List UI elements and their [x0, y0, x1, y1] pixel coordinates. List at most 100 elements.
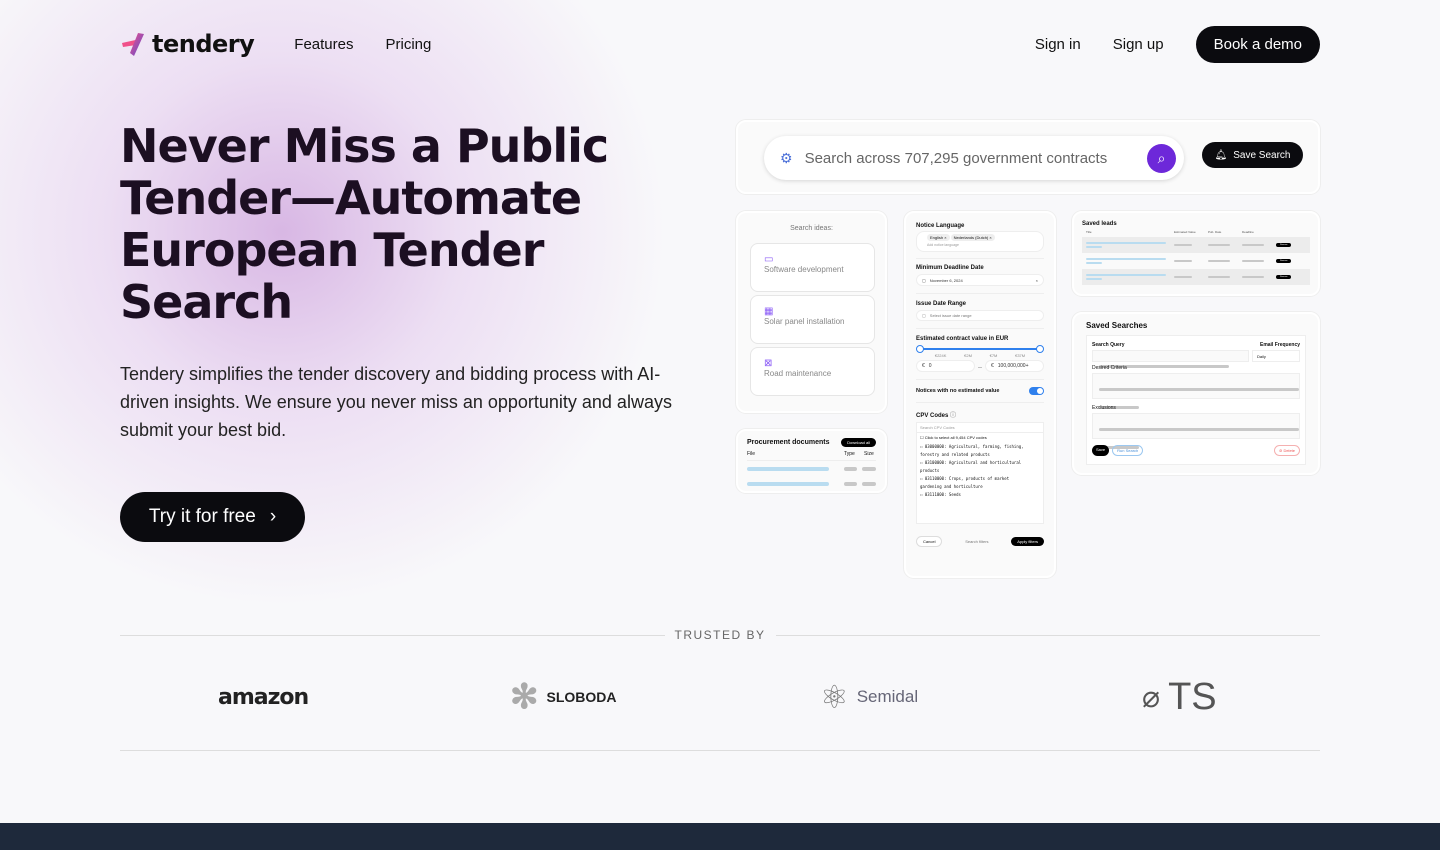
- tick: €37M: [1015, 353, 1026, 358]
- cpv-item[interactable]: ☐ 03100000: Agricultural and horticultur…: [920, 459, 1031, 475]
- save-search-button[interactable]: 🔔︎ Save Search: [1202, 142, 1303, 168]
- apply-filters-button[interactable]: Apply filters: [1011, 537, 1044, 546]
- criteria-textarea[interactable]: [1092, 373, 1300, 409]
- idea-label: Solar panel installation: [764, 317, 845, 326]
- logo-icon: [122, 33, 144, 56]
- search-filters-button[interactable]: Search filters: [965, 539, 988, 544]
- idea-solar[interactable]: ▦ Solar panel installation: [750, 295, 875, 344]
- tick: €7M: [989, 353, 998, 358]
- ts-logo: ⌀ TS: [1142, 675, 1217, 718]
- saved-leads-card: Saved leads Title Estimated Value Pub. Dat…: [1072, 211, 1320, 296]
- no-value-toggle[interactable]: [1029, 387, 1044, 395]
- cpv-item[interactable]: ☐ 03111000: Seeds: [920, 491, 1031, 499]
- amazon-logo: amazon: [218, 684, 309, 710]
- doc-row[interactable]: [747, 467, 876, 471]
- remove-button[interactable]: Remove: [1276, 259, 1292, 263]
- road-icon: ⊠: [764, 358, 773, 369]
- calendar-icon: ▢: [922, 313, 926, 318]
- lang-placeholder: Add notice language: [927, 243, 959, 247]
- sloboda-logo: ✻ SLOBODA: [510, 678, 617, 716]
- col-file: File: [747, 451, 756, 457]
- col-title: Title: [1086, 230, 1092, 234]
- tick: €2M: [964, 353, 972, 358]
- deadline-title: Minimum Deadline Date: [916, 265, 984, 271]
- exclusions-textarea[interactable]: [1092, 413, 1300, 449]
- lead-row[interactable]: Remove: [1082, 269, 1310, 285]
- frequency-select[interactable]: Daily: [1252, 350, 1300, 362]
- saved-searches-title: Saved Searches: [1086, 321, 1148, 330]
- chevron-right-icon: ›: [269, 506, 277, 527]
- sign-up-link[interactable]: Sign up: [1113, 36, 1164, 53]
- freq-label: Email Frequency: [1259, 342, 1300, 348]
- max-value-input[interactable]: € 100,000,000+: [985, 360, 1044, 372]
- bell-icon: 🔔︎: [1214, 149, 1228, 161]
- footer: [0, 823, 1440, 850]
- issue-date-input[interactable]: ▢ Select issue date range: [916, 310, 1044, 321]
- cta-label: Try it for free: [148, 506, 256, 527]
- search-card: ⚙ Search across 707,295 government contr…: [736, 120, 1320, 194]
- cancel-button[interactable]: Cancel: [916, 536, 943, 547]
- min-value-input[interactable]: € 0: [916, 360, 975, 372]
- clear-icon[interactable]: ×: [1036, 278, 1038, 283]
- docs-title: Procurement documents: [747, 439, 830, 446]
- cpv-select-all[interactable]: ☐ Click to select all 9,454 CPV codes: [917, 433, 1043, 442]
- divider: [120, 750, 1320, 751]
- brand-logo[interactable]: tendery: [120, 30, 255, 58]
- help-icon[interactable]: ⓘ: [950, 413, 956, 419]
- cpv-item[interactable]: ☐ 03000000: Agricultural, farming, fishi…: [920, 443, 1031, 459]
- col-type: Type: [844, 451, 855, 457]
- cpv-title: CPV Codes ⓘ: [916, 413, 957, 419]
- nav-features[interactable]: Features: [294, 36, 353, 53]
- idea-road[interactable]: ⊠ Road maintenance: [750, 347, 875, 396]
- book-demo-button[interactable]: Book a demo: [1195, 25, 1320, 63]
- search-input[interactable]: Search across 707,295 government contrac…: [805, 150, 1135, 167]
- idea-label: Road maintenance: [764, 369, 832, 378]
- delete-button[interactable]: ⊘ Delete: [1273, 445, 1300, 456]
- monitor-icon: ▭: [764, 254, 774, 265]
- hero-title: Never Miss a Public Tender—Automate Euro…: [120, 119, 609, 329]
- trusted-label: TRUSTED BY: [674, 628, 766, 642]
- saved-searches-card: Saved Searches Search Query Email Frequen…: [1072, 312, 1320, 475]
- trusted-by: TRUSTED BY: [120, 628, 1321, 642]
- col-size: Size: [864, 451, 874, 457]
- idea-label: Software development: [764, 265, 844, 274]
- min-value: 0: [928, 363, 932, 369]
- cpv-search-input[interactable]: Search CPV Codes: [917, 423, 1043, 433]
- filter-sliders-icon[interactable]: ⚙: [780, 150, 793, 167]
- cpv-list[interactable]: Search CPV Codes ☐ Click to select all 9…: [916, 422, 1044, 524]
- issue-title: Issue Date Range: [916, 301, 967, 307]
- sign-in-link[interactable]: Sign in: [1035, 36, 1081, 53]
- lang-title: Notice Language: [916, 223, 965, 229]
- value-range-slider[interactable]: [916, 345, 1044, 353]
- remove-button[interactable]: Remove: [1276, 275, 1292, 279]
- run-search-button[interactable]: Run Search: [1112, 445, 1144, 456]
- col-pub: Pub. Date: [1208, 230, 1222, 234]
- language-input[interactable]: English × Nederlands (Dutch) × Add notic…: [916, 231, 1044, 252]
- search-icon[interactable]: ⌕: [1147, 143, 1176, 173]
- deadline-input[interactable]: ▢ November 6, 2024 ×: [916, 274, 1044, 286]
- partner-logos: amazon ✻ SLOBODA ⚛ Semidal ⌀ TS: [120, 672, 1320, 722]
- try-free-button[interactable]: Try it for free ›: [120, 492, 305, 542]
- top-nav: tendery Features Pricing Sign in Sign up…: [120, 25, 1320, 63]
- nav-pricing[interactable]: Pricing: [385, 36, 431, 53]
- query-label: Search Query: [1092, 342, 1125, 348]
- hero-lead: Tendery simplifies the tender discovery …: [120, 364, 672, 440]
- save-search-label: Save Search: [1233, 149, 1291, 161]
- remove-button[interactable]: Remove: [1276, 243, 1292, 247]
- idea-software[interactable]: ▭ Software development: [750, 243, 875, 292]
- no-value-label: Notices with no estimated value: [916, 388, 1000, 394]
- semidal-logo: ⚛ Semidal: [820, 679, 919, 715]
- save-button[interactable]: Save: [1092, 445, 1110, 456]
- download-all-button[interactable]: Download all: [841, 438, 876, 447]
- query-input[interactable]: [1092, 350, 1249, 368]
- lead-row[interactable]: Remove: [1082, 253, 1310, 269]
- col-value: Estimated Value: [1174, 230, 1196, 234]
- issue-placeholder: Select issue date range: [929, 313, 972, 318]
- search-ideas-card: Search ideas: ▭ Software development ▦ Sol…: [736, 211, 887, 413]
- lang-tag[interactable]: English ×: [927, 234, 950, 241]
- lead-row[interactable]: Remove: [1082, 237, 1310, 253]
- lang-tag[interactable]: Nederlands (Dutch) ×: [950, 234, 995, 241]
- doc-row[interactable]: [747, 482, 876, 486]
- value-title: Estimated contract value in EUR: [916, 336, 1009, 342]
- cpv-item[interactable]: ☐ 03110000: Crops, products of market ga…: [920, 475, 1031, 491]
